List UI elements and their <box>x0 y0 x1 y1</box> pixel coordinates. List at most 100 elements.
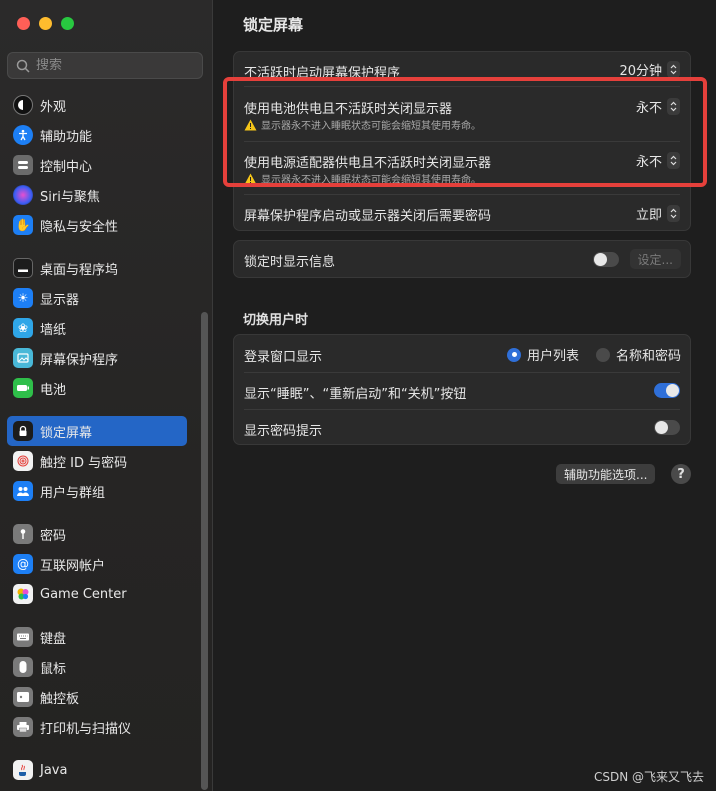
sidebar-item-desktop-dock[interactable]: 桌面与程序坞 <box>7 253 187 283</box>
divider <box>244 409 680 410</box>
accessibility-icon <box>13 125 33 145</box>
sidebar-item-label: 桌面与程序坞 <box>40 262 119 278</box>
sidebar-item-label: 辅助功能 <box>40 129 93 145</box>
lock-icon <box>13 421 33 441</box>
users-icon <box>13 481 33 501</box>
sidebar-item-label: 互联网帐户 <box>40 558 106 574</box>
toggle-knob <box>666 384 679 397</box>
radio-label: 用户列表 <box>527 349 580 364</box>
require-password-popup[interactable]: 立即 <box>636 204 680 223</box>
sidebar-item-label: 锁定屏幕 <box>40 425 93 441</box>
sidebar-item-privacy[interactable]: ✋ 隐私与安全性 <box>7 210 187 240</box>
java-icon <box>13 760 33 780</box>
sidebar-item-screensaver[interactable]: 屏幕保护程序 <box>7 343 187 373</box>
at-icon: @ <box>13 554 33 574</box>
sidebar-item-game-center[interactable]: Game Center <box>7 579 187 609</box>
sidebar-item-label: 密码 <box>40 528 67 544</box>
fingerprint-icon <box>13 451 33 471</box>
sidebar-item-displays[interactable]: ☀ 显示器 <box>7 283 187 313</box>
sidebar-item-touch-id[interactable]: 触控 ID 与密码 <box>7 446 187 476</box>
sidebar-item-label: 触控板 <box>40 691 80 707</box>
sidebar-item-java[interactable]: Java <box>7 755 187 785</box>
search-input[interactable] <box>36 58 186 73</box>
radio-dot-selected <box>507 347 521 362</box>
sidebar-scrollbar[interactable] <box>201 312 208 790</box>
window-controls <box>17 17 74 30</box>
accessibility-options-button[interactable]: 辅助功能选项... <box>556 464 656 484</box>
display-icon: ☀ <box>13 288 33 308</box>
page-title: 锁定屏幕 <box>243 16 304 34</box>
control-center-icon <box>13 155 33 175</box>
login-window-label: 登录窗口显示 <box>244 350 323 365</box>
radio-label: 名称和密码 <box>616 349 682 364</box>
keyboard-icon <box>13 627 33 647</box>
dock-icon <box>13 258 33 278</box>
sidebar-item-label: 控制中心 <box>40 159 93 175</box>
screensaver-icon <box>13 348 33 368</box>
radio-dot <box>596 347 610 362</box>
sidebar-item-accessibility[interactable]: 辅助功能 <box>7 120 187 150</box>
sidebar-item-label: Siri与聚焦 <box>40 189 100 205</box>
sidebar-item-label: 墙纸 <box>40 322 67 338</box>
trackpad-icon <box>13 687 33 707</box>
siri-icon <box>13 185 33 205</box>
set-message-button[interactable]: 设定... <box>629 249 681 269</box>
sidebar-item-control-center[interactable]: 控制中心 <box>7 150 187 180</box>
chevron-up-down-icon <box>667 205 680 222</box>
sidebar: 外观 辅助功能 控制中心 Siri与聚焦 ✋ 隐私与安全性 桌面与程序坞 ☀ 显… <box>0 0 213 791</box>
sidebar-item-users[interactable]: 用户与群组 <box>7 476 187 506</box>
switch-user-group: 登录窗口显示 用户列表 名称和密码 显示“睡眠”、“重新启动”和“关机”按钮 显… <box>233 334 691 445</box>
lock-message-group: 锁定时显示信息 设定... <box>233 240 691 278</box>
help-button[interactable]: ? <box>671 464 691 484</box>
toggle-knob <box>594 253 607 266</box>
appearance-icon <box>13 95 33 115</box>
sidebar-item-internet-accounts[interactable]: @ 互联网帐户 <box>7 549 187 579</box>
sidebar-item-wallpaper[interactable]: ❀ 墙纸 <box>7 313 187 343</box>
wallpaper-icon: ❀ <box>13 318 33 338</box>
sidebar-item-label: 外观 <box>40 99 67 115</box>
printer-icon <box>13 717 33 737</box>
toggle-knob <box>655 421 668 434</box>
sidebar-item-label: 用户与群组 <box>40 485 106 501</box>
show-password-hint-label: 显示密码提示 <box>244 424 323 439</box>
sidebar-item-label: 隐私与安全性 <box>40 219 119 235</box>
sidebar-item-printers[interactable]: 打印机与扫描仪 <box>7 712 187 742</box>
switch-user-section-title: 切换用户时 <box>243 313 309 328</box>
sidebar-item-appearance[interactable]: 外观 <box>7 90 187 120</box>
sidebar-item-label: Java <box>40 762 68 778</box>
sidebar-item-trackpad[interactable]: 触控板 <box>7 682 187 712</box>
watermark: CSDN @飞来又飞去 <box>593 770 704 784</box>
battery-icon <box>13 378 33 398</box>
sidebar-item-label: 电池 <box>40 382 67 398</box>
sidebar-item-siri[interactable]: Siri与聚焦 <box>7 180 187 210</box>
sidebar-item-label: 屏幕保护程序 <box>40 352 119 368</box>
close-window-button[interactable] <box>17 17 30 30</box>
radio-name-password[interactable]: 名称和密码 <box>596 345 681 364</box>
search-icon <box>16 59 30 73</box>
sidebar-item-lock-screen[interactable]: 锁定屏幕 <box>7 416 187 446</box>
sidebar-item-battery[interactable]: 电池 <box>7 373 187 403</box>
key-icon <box>13 524 33 544</box>
show-password-hint-toggle[interactable] <box>654 420 680 435</box>
search-box[interactable] <box>7 52 203 79</box>
sidebar-item-label: 显示器 <box>40 292 80 308</box>
sidebar-item-mouse[interactable]: 鼠标 <box>7 652 187 682</box>
show-power-buttons-toggle[interactable] <box>654 383 680 398</box>
zoom-window-button[interactable] <box>61 17 74 30</box>
sidebar-item-keyboard[interactable]: 键盘 <box>7 622 187 652</box>
sidebar-item-label: Game Center <box>40 586 127 602</box>
sidebar-item-passwords[interactable]: 密码 <box>7 519 187 549</box>
chevron-up-down-icon <box>667 61 680 78</box>
sidebar-item-label: 打印机与扫描仪 <box>40 721 132 737</box>
show-power-buttons-label: 显示“睡眠”、“重新启动”和“关机”按钮 <box>244 387 467 402</box>
radio-user-list[interactable]: 用户列表 <box>507 345 579 364</box>
minimize-window-button[interactable] <box>39 17 52 30</box>
require-password-row: 屏幕保护程序启动或显示器关闭后需要密码 立即 <box>234 195 690 231</box>
lock-message-toggle[interactable] <box>593 252 619 267</box>
sidebar-item-label: 键盘 <box>40 631 67 647</box>
sidebar-item-label: 触控 ID 与密码 <box>40 455 128 471</box>
mouse-icon <box>13 657 33 677</box>
sidebar-item-label: 鼠标 <box>40 661 67 677</box>
popup-value: 立即 <box>635 208 662 223</box>
game-center-icon <box>13 584 33 604</box>
